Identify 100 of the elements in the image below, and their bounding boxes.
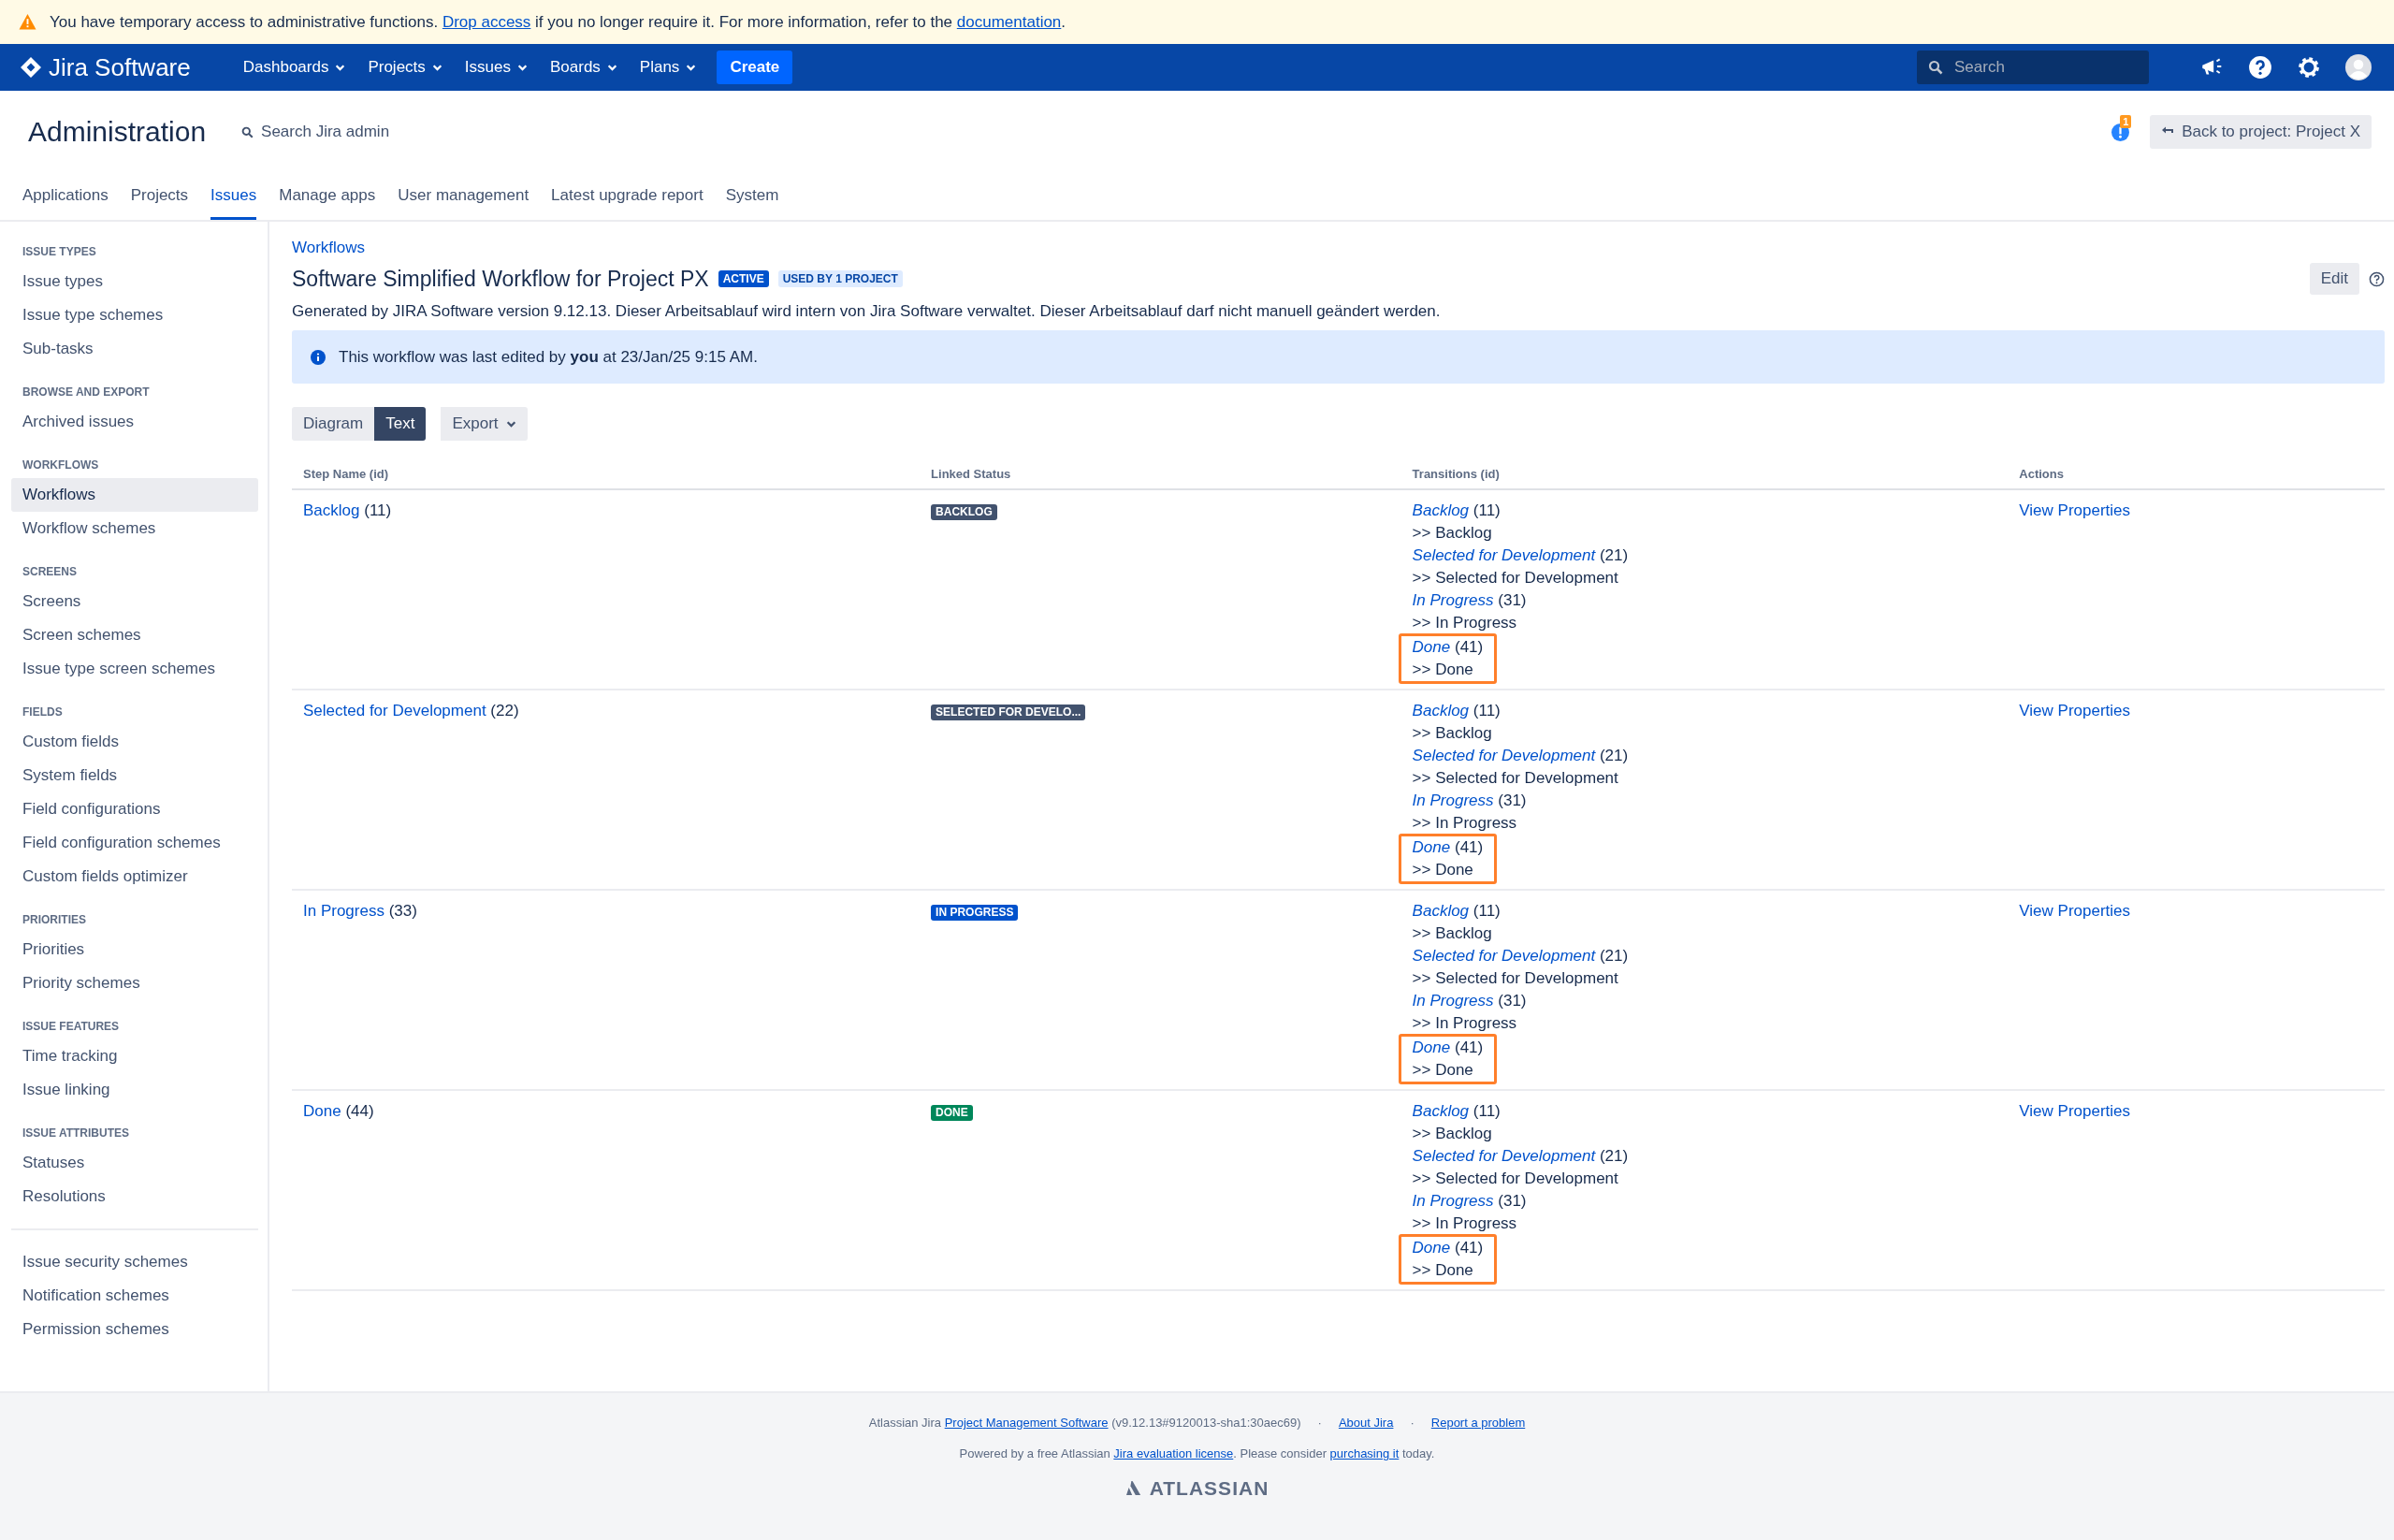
status-lozenge: DONE xyxy=(931,1105,973,1121)
step-link[interactable]: Done xyxy=(303,1102,341,1120)
sidebar-item[interactable]: Field configuration schemes xyxy=(11,826,258,860)
transition-link[interactable]: Backlog xyxy=(1412,702,1470,719)
admin-tab[interactable]: System xyxy=(725,173,779,220)
transition-id: (31) xyxy=(1498,792,1527,809)
help-icon[interactable] xyxy=(2369,270,2385,287)
admin-tab[interactable]: User management xyxy=(398,173,530,220)
settings-icon[interactable] xyxy=(2297,55,2321,80)
search-icon[interactable] xyxy=(241,125,254,138)
sidebar-item[interactable]: Statuses xyxy=(11,1146,258,1180)
brand-name: ATLASSIAN xyxy=(1149,1477,1270,1500)
help-icon[interactable] xyxy=(2248,55,2272,80)
nav-menu[interactable]: Dashboards xyxy=(233,52,355,82)
back-button[interactable]: Back to project: Project X xyxy=(2150,115,2372,149)
nav-menu[interactable]: Issues xyxy=(455,52,537,82)
link[interactable]: Project Management Software xyxy=(944,1416,1109,1430)
view-toggle[interactable]: Diagram xyxy=(292,407,375,441)
step-id: (22) xyxy=(490,702,519,719)
sidebar-item[interactable]: Issue security schemes xyxy=(11,1245,258,1279)
transition-link[interactable]: Selected for Development xyxy=(1412,747,1596,764)
transition-link[interactable]: Backlog xyxy=(1412,1102,1470,1120)
transition-target: >> Done xyxy=(1412,661,1473,678)
sidebar-item[interactable]: Sub-tasks xyxy=(11,332,258,366)
step-link[interactable]: In Progress xyxy=(303,902,384,920)
sidebar-item[interactable]: Custom fields xyxy=(11,725,258,759)
transition-link[interactable]: In Progress xyxy=(1412,992,1494,1010)
nav-menu[interactable]: Boards xyxy=(540,52,627,82)
product-name: Jira Software xyxy=(49,52,191,82)
view-properties-link[interactable]: View Properties xyxy=(2019,902,2131,920)
admin-tab[interactable]: Applications xyxy=(22,173,109,220)
footer-link[interactable]: About Jira xyxy=(1338,1416,1394,1430)
status-lozenge: IN PROGRESS xyxy=(931,905,1019,921)
view-properties-link[interactable]: View Properties xyxy=(2019,702,2131,719)
transition-link[interactable]: Selected for Development xyxy=(1412,546,1596,564)
sidebar-item[interactable]: Field configurations xyxy=(11,792,258,826)
view-properties-link[interactable]: View Properties xyxy=(2019,1102,2131,1120)
transition-link[interactable]: Selected for Development xyxy=(1412,1147,1596,1165)
transition-id: (31) xyxy=(1498,1192,1527,1210)
transition-link[interactable]: Selected for Development xyxy=(1412,947,1596,965)
transition-link[interactable]: In Progress xyxy=(1412,792,1494,809)
sidebar-item[interactable]: Priorities xyxy=(11,933,258,966)
warning-icon xyxy=(19,13,36,31)
column-header: Actions xyxy=(2008,461,2385,489)
sidebar-item[interactable]: Issue types xyxy=(11,265,258,298)
footer-link[interactable]: Report a problem xyxy=(1430,1416,1526,1430)
sidebar-item[interactable]: Resolutions xyxy=(11,1180,258,1213)
nav-menu[interactable]: Projects xyxy=(358,52,452,82)
transition-id: (41) xyxy=(1454,638,1484,656)
sidebar-item[interactable]: Issue type schemes xyxy=(11,298,258,332)
section-heading: ISSUE TYPES xyxy=(22,244,97,260)
transition-target: >> Selected for Development xyxy=(1412,569,1618,587)
sidebar-item[interactable]: Workflow schemes xyxy=(11,512,258,545)
admin-search-link[interactable]: Search Jira admin xyxy=(261,123,390,141)
sidebar-item[interactable]: Screens xyxy=(11,585,258,618)
step-link[interactable]: Backlog xyxy=(303,501,360,519)
link[interactable]: Drop access xyxy=(442,12,531,31)
admin-tab[interactable]: Latest upgrade report xyxy=(551,173,704,220)
transition-id: (31) xyxy=(1498,591,1527,609)
sidebar-item[interactable]: System fields xyxy=(11,759,258,792)
transition-link[interactable]: Done xyxy=(1412,838,1451,856)
link[interactable]: purchasing it xyxy=(1329,1446,1400,1460)
nav-menu[interactable]: Plans xyxy=(630,52,706,82)
transition-link[interactable]: Done xyxy=(1412,638,1451,656)
view-toggle[interactable]: Text xyxy=(374,407,427,441)
edit-button[interactable]: Edit xyxy=(2309,263,2359,295)
sidebar-item[interactable]: Screen schemes xyxy=(11,618,258,652)
admin-tab[interactable]: Projects xyxy=(130,173,189,220)
sidebar-item[interactable]: Issue type screen schemes xyxy=(11,652,258,686)
sidebar-item[interactable]: Notification schemes xyxy=(11,1279,258,1313)
transition-link[interactable]: In Progress xyxy=(1412,1192,1494,1210)
link[interactable]: documentation xyxy=(956,12,1062,31)
transition-link[interactable]: Backlog xyxy=(1412,902,1470,920)
view-properties-link[interactable]: View Properties xyxy=(2019,501,2131,519)
column-header: Step Name (id) xyxy=(292,461,921,489)
admin-tab[interactable]: Manage apps xyxy=(279,173,376,220)
sidebar-item[interactable]: Archived issues xyxy=(11,405,258,439)
section-heading: BROWSE AND EXPORT xyxy=(22,385,151,400)
transition-link[interactable]: Done xyxy=(1412,1239,1451,1257)
avatar-icon[interactable] xyxy=(2345,54,2372,80)
breadcrumb-link[interactable]: Workflows xyxy=(292,239,366,257)
search-field[interactable]: Search xyxy=(1917,51,2149,84)
status-lozenge: BACKLOG xyxy=(931,504,997,520)
transition-target: >> Backlog xyxy=(1412,1125,1492,1142)
sidebar-item[interactable]: Custom fields optimizer xyxy=(11,860,258,893)
transition-link[interactable]: Done xyxy=(1412,1039,1451,1056)
transition-link[interactable]: In Progress xyxy=(1412,591,1494,609)
step-link[interactable]: Selected for Development xyxy=(303,702,486,719)
sidebar-item[interactable]: Issue linking xyxy=(11,1073,258,1107)
transition-link[interactable]: Backlog xyxy=(1412,501,1470,519)
sidebar-item[interactable]: Time tracking xyxy=(11,1039,258,1073)
export-button[interactable]: Export xyxy=(441,407,528,441)
sidebar-item[interactable]: Workflows xyxy=(11,478,258,512)
admin-tab[interactable]: Issues xyxy=(210,173,257,220)
sidebar-item[interactable]: Permission schemes xyxy=(11,1313,258,1346)
transition-id: (41) xyxy=(1454,838,1484,856)
create-button[interactable]: Create xyxy=(717,51,793,84)
section-heading: ISSUE ATTRIBUTES xyxy=(22,1126,130,1141)
step-id: (33) xyxy=(388,902,417,920)
sidebar-item[interactable]: Priority schemes xyxy=(11,966,258,1000)
